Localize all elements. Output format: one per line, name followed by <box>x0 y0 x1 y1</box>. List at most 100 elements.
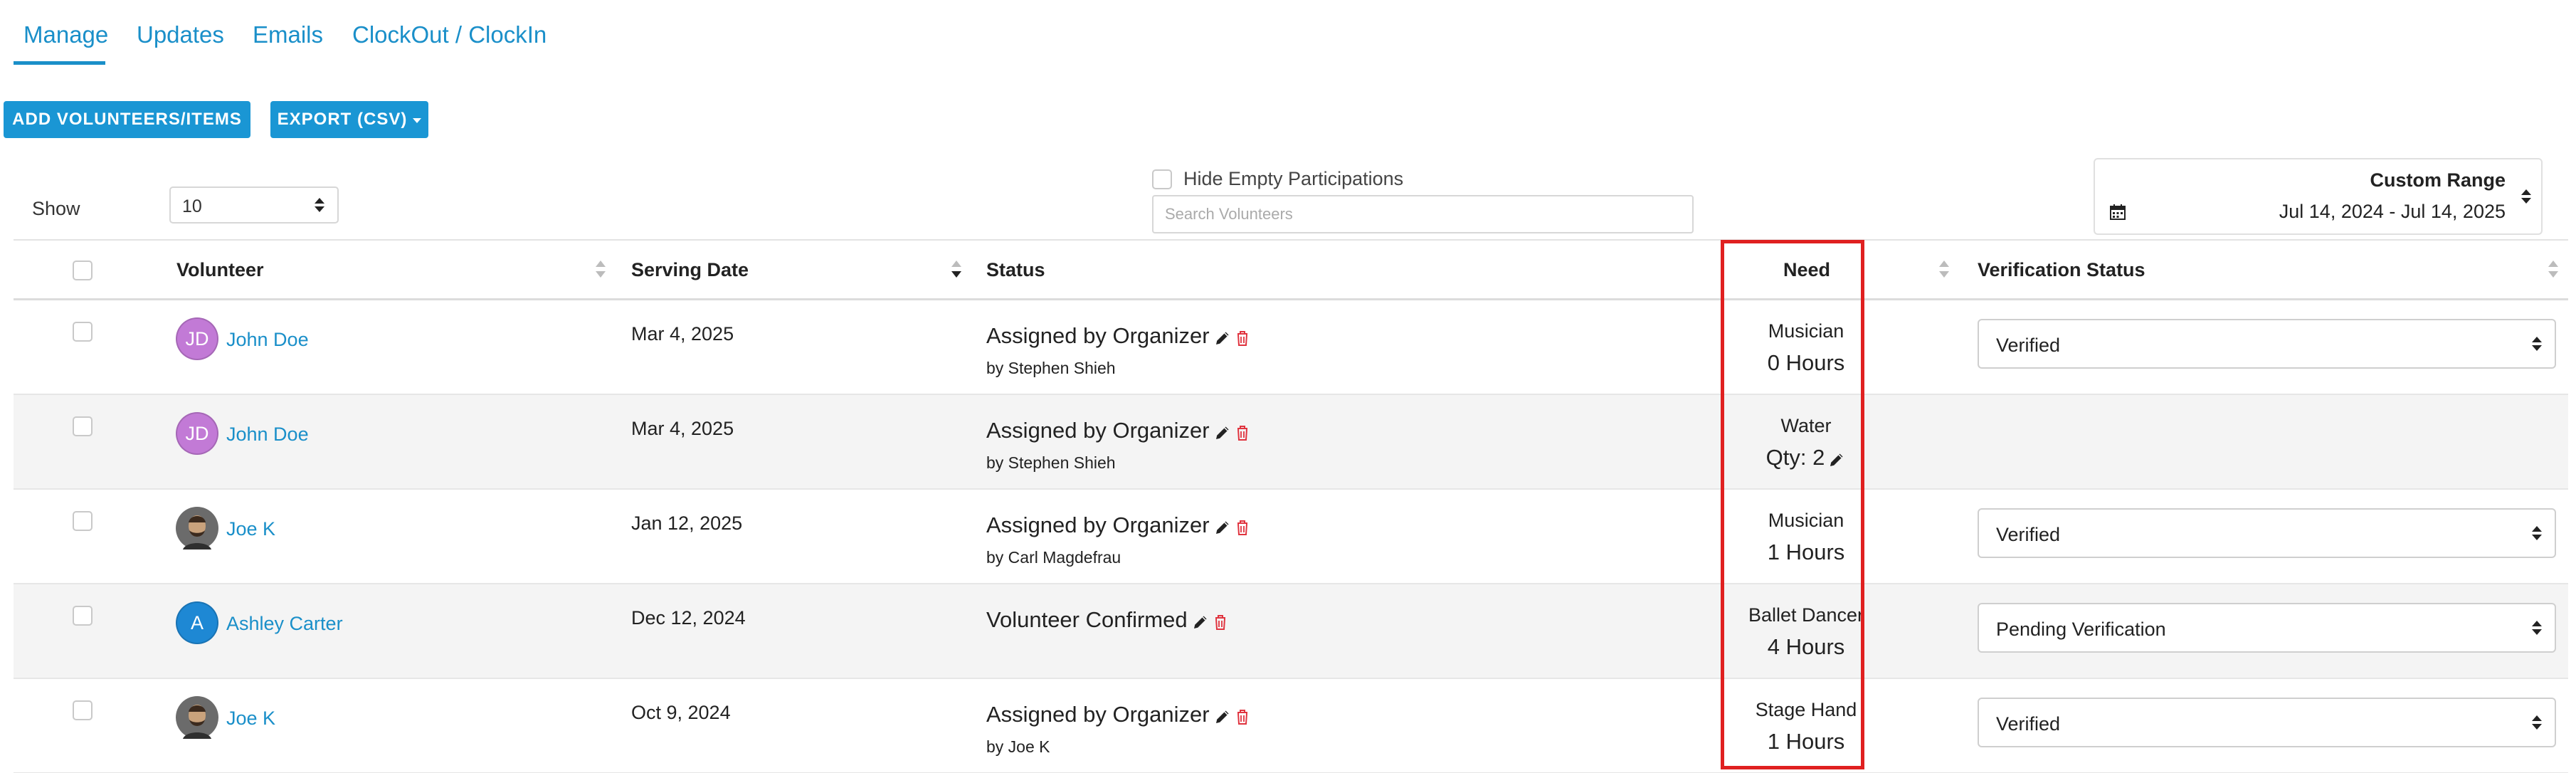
serving-date: Mar 4, 2025 <box>631 418 734 439</box>
need-name: Musician <box>1768 320 1844 342</box>
need-amount: Qty: 2 <box>1765 445 1825 470</box>
range-value: Jul 14, 2024 - Jul 14, 2025 <box>2279 201 2506 222</box>
verification-select[interactable]: Pending Verification <box>1978 603 2556 653</box>
need-detail: 4 Hours <box>1721 634 1891 660</box>
trash-icon[interactable] <box>1234 516 1252 535</box>
avatar: JD <box>176 412 218 455</box>
pencil-icon[interactable] <box>1214 705 1232 724</box>
table-row: A Ashley Carter Dec 12, 2024 Volunteer Conf… <box>14 584 2568 679</box>
need-amount: 1 Hours <box>1767 540 1845 564</box>
need-amount: 0 Hours <box>1767 350 1845 375</box>
row-select-checkbox[interactable] <box>73 511 93 531</box>
column-status: Status <box>986 259 1045 280</box>
row-select-checkbox[interactable] <box>73 700 93 720</box>
status-label: Assigned by Organizer <box>986 323 1210 348</box>
tab-emails[interactable]: Emails <box>253 21 323 48</box>
select-arrows-icon <box>2532 526 2542 540</box>
need-amount: 4 Hours <box>1767 634 1845 659</box>
sort-need-icon[interactable] <box>1939 261 1949 278</box>
status-by: by Stephen Shieh <box>986 359 1116 377</box>
hide-empty-label: Hide Empty Participations <box>1183 168 1404 189</box>
show-label: Show <box>32 198 80 219</box>
page-size-select[interactable]: 10 <box>169 186 339 224</box>
column-verification-status[interactable]: Verification Status <box>1978 259 2145 281</box>
trash-icon[interactable] <box>1234 705 1252 725</box>
serving-date: Jan 12, 2025 <box>631 512 743 534</box>
need-detail: 1 Hours <box>1721 729 1891 754</box>
active-tab-indicator <box>14 61 105 65</box>
tab-updates[interactable]: Updates <box>137 21 224 48</box>
sort-serving-date-icon[interactable] <box>951 261 961 278</box>
serving-date: Mar 4, 2025 <box>631 323 734 345</box>
tab-bar: Manage Updates Emails ClockOut / ClockIn <box>0 0 2576 65</box>
column-serving-date[interactable]: Serving Date <box>631 259 749 281</box>
need-detail: 0 Hours <box>1721 350 1891 376</box>
status-by: by Joe K <box>986 737 1050 756</box>
need-name: Stage Hand <box>1755 699 1857 720</box>
row-select-checkbox[interactable] <box>73 606 93 626</box>
select-arrows-icon <box>2532 621 2542 635</box>
status-text: Volunteer Confirmed <box>986 607 1230 633</box>
volunteer-name-link[interactable]: Ashley Carter <box>226 613 343 635</box>
column-volunteer[interactable]: Volunteer <box>176 259 264 281</box>
table-row: JD John Doe Mar 4, 2025 Assigned by Organiz… <box>14 395 2568 490</box>
export-csv-label: EXPORT (CSV) <box>277 110 408 129</box>
verification-select[interactable]: Verified <box>1978 508 2556 558</box>
volunteer-name-link[interactable]: Joe K <box>226 518 275 540</box>
add-volunteers-button[interactable]: ADD VOLUNTEERS/ITEMS <box>4 101 250 138</box>
status-label: Assigned by Organizer <box>986 702 1210 727</box>
volunteer-name-link[interactable]: John Doe <box>226 424 309 446</box>
hide-empty-checkbox[interactable] <box>1152 169 1172 189</box>
status-text: Assigned by Organizer <box>986 418 1252 443</box>
pencil-icon[interactable] <box>1192 611 1210 629</box>
avatar: JD <box>176 317 218 360</box>
verification-select[interactable]: Verified <box>1978 319 2556 369</box>
range-arrows-icon <box>2521 189 2531 204</box>
volunteer-name-link[interactable]: John Doe <box>226 329 309 351</box>
status-text: Assigned by Organizer <box>986 323 1252 349</box>
avatar-initials: JD <box>185 327 209 349</box>
calendar-icon <box>2110 204 2126 220</box>
status-by: by Carl Magdefrau <box>986 548 1121 567</box>
select-arrows-icon <box>315 198 324 212</box>
sort-volunteer-icon[interactable] <box>596 261 606 278</box>
pencil-icon[interactable] <box>1214 516 1232 535</box>
pencil-icon[interactable] <box>1827 448 1846 467</box>
volunteer-name-link[interactable]: Joe K <box>226 708 275 730</box>
verification-value: Pending Verification <box>1996 619 2166 640</box>
tab-manage[interactable]: Manage <box>23 21 108 48</box>
verification-value: Verified <box>1996 524 2061 545</box>
pencil-icon[interactable] <box>1214 327 1232 345</box>
trash-icon[interactable] <box>1212 611 1230 630</box>
status-text: Assigned by Organizer <box>986 512 1252 538</box>
trash-icon[interactable] <box>1234 421 1252 441</box>
need-name: Water <box>1780 415 1832 436</box>
verification-select[interactable]: Verified <box>1978 698 2556 747</box>
range-title: Custom Range <box>2370 169 2506 191</box>
row-select-checkbox[interactable] <box>73 322 93 342</box>
serving-date: Dec 12, 2024 <box>631 607 746 629</box>
serving-date: Oct 9, 2024 <box>631 702 731 723</box>
caret-down-icon <box>413 117 422 123</box>
row-select-checkbox[interactable] <box>73 416 93 436</box>
pencil-icon[interactable] <box>1214 421 1232 440</box>
date-range-picker[interactable]: Custom Range Jul 14, 2024 - Jul 14, 2025 <box>2094 158 2543 235</box>
avatar-photo <box>176 507 218 549</box>
status-label: Assigned by Organizer <box>986 418 1210 443</box>
need-name: Musician <box>1768 510 1844 531</box>
status-label: Volunteer Confirmed <box>986 607 1188 632</box>
need-name: Ballet Dancer <box>1748 604 1864 626</box>
table-row: Joe K Oct 9, 2024 Assigned by Organizer by … <box>14 679 2568 773</box>
table-header: Volunteer Serving Date Status Need Verif… <box>14 239 2568 300</box>
tab-clockout-clockin[interactable]: ClockOut / ClockIn <box>352 21 547 48</box>
column-need[interactable]: Need <box>1764 259 1849 281</box>
status-by: by Stephen Shieh <box>986 453 1116 472</box>
trash-icon[interactable] <box>1234 327 1252 346</box>
avatar-initials: A <box>190 611 204 633</box>
sort-verification-icon[interactable] <box>2548 261 2558 278</box>
status-label: Assigned by Organizer <box>986 512 1210 537</box>
table-row: Joe K Jan 12, 2025 Assigned by Organizer by… <box>14 490 2568 584</box>
select-all-checkbox[interactable] <box>73 261 93 280</box>
export-csv-button[interactable]: EXPORT (CSV) <box>270 101 428 138</box>
search-input[interactable] <box>1152 195 1694 233</box>
